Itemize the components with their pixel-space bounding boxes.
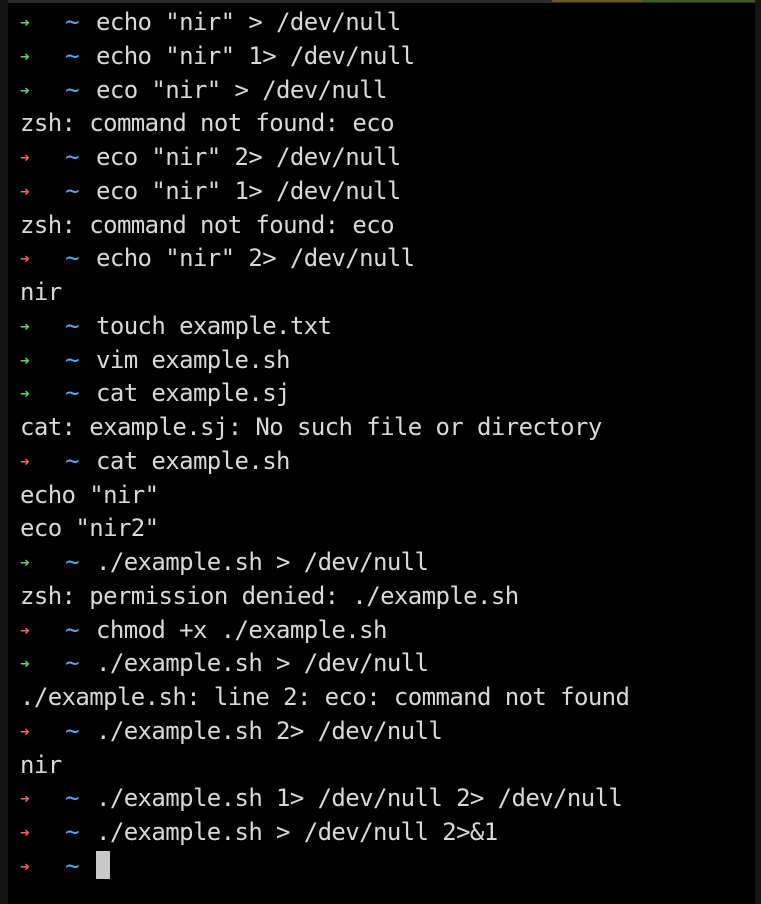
prompt-directory: ~ [65,75,79,104]
command-text: ./example.sh 1> /dev/null 2> /dev/null [96,784,623,813]
output-line: cat: example.sj: No such file or directo… [20,413,602,441]
output-line: ./example.sh: line 2: eco: command not f… [20,683,630,711]
prompt-success-arrow-icon: ➜ [20,13,30,32]
prompt-line: ➜ ~ ./example.sh 1> /dev/null 2> /dev/null [20,782,755,816]
prompt-line: ➜ ~ touch example.txt [20,310,755,344]
command-text: echo "nir" 2> /dev/null [96,244,415,273]
command-text: cat example.sh [96,446,290,475]
window-top-accent [642,0,761,2]
command-text: ./example.sh > /dev/null 2>&1 [96,818,498,846]
prompt-line: ➜ ~ chmod +x ./example.sh [20,614,755,648]
terminal-window[interactable]: ➜ ~ echo "nir" > /dev/null ➜ ~ echo "nir" 1> … [0,0,761,904]
prompt-line: ➜ ~ cat example.sh [20,445,755,479]
prompt-line: ➜ ~ echo "nir" > /dev/null [20,6,755,40]
prompt-error-arrow-icon: ➜ [20,620,30,640]
text-cursor[interactable] [96,851,110,880]
prompt-line: ➜ ~ cat example.sj [20,377,755,411]
output-line: eco "nir2" [20,514,159,543]
command-text: cat example.sj [96,379,290,408]
window-left-edge [0,0,8,904]
prompt-success-arrow-icon: ➜ [20,654,30,674]
prompt-line: ➜ ~ eco "nir" 1> /dev/null [20,175,755,209]
output-line: nir [20,278,62,306]
prompt-directory: ~ [65,379,79,408]
prompt-success-arrow-icon: ➜ [20,316,30,336]
prompt-line: ➜ ~ ./example.sh > /dev/null [20,546,755,580]
prompt-directory: ~ [65,345,79,374]
prompt-error-arrow-icon: ➜ [20,451,30,471]
prompt-directory: ~ [65,818,79,846]
prompt-line: ➜ ~ eco "nir" > /dev/null [20,74,755,108]
prompt-success-arrow-icon: ➜ [20,350,30,370]
prompt-error-arrow-icon: ➜ [20,181,30,201]
command-text: touch example.txt [96,311,332,340]
command-text: echo "nir" 1> /dev/null [96,41,415,70]
prompt-directory: ~ [65,784,79,813]
prompt-error-arrow-icon: ➜ [20,789,30,809]
prompt-error-arrow-icon: ➜ [20,148,30,167]
prompt-line: ➜ ~ ./example.sh > /dev/null 2>&1 [20,816,755,850]
prompt-success-arrow-icon: ➜ [20,553,30,572]
prompt-directory: ~ [65,615,79,644]
output-line: zsh: permission denied: ./example.sh [20,581,519,610]
prompt-directory: ~ [65,176,79,205]
prompt-line: ➜ ~ ./example.sh > /dev/null [20,647,755,681]
output-line: zsh: command not found: eco [20,109,395,138]
prompt-directory: ~ [65,143,79,171]
window-right-edge [755,0,761,904]
prompt-line: ➜ ~ echo "nir" 1> /dev/null [20,40,755,74]
prompt-error-arrow-icon: ➜ [20,856,30,876]
command-text: eco "nir" 2> /dev/null [96,143,401,171]
prompt-success-arrow-icon: ➜ [20,80,30,100]
command-text: ./example.sh 2> /dev/null [96,716,443,745]
output-line: nir [20,750,62,779]
terminal-output[interactable]: ➜ ~ echo "nir" > /dev/null ➜ ~ echo "nir" 1> … [20,6,755,884]
command-text: eco "nir" > /dev/null [96,75,387,104]
prompt-success-arrow-icon: ➜ [20,384,30,404]
prompt-directory: ~ [65,851,79,880]
prompt-line: ➜ ~ [20,850,755,884]
prompt-directory: ~ [65,446,79,475]
command-text: chmod +x ./example.sh [96,615,387,644]
prompt-error-arrow-icon: ➜ [20,249,30,269]
prompt-directory: ~ [65,649,79,678]
command-text: eco "nir" 1> /dev/null [96,176,401,205]
prompt-line: ➜ ~ vim example.sh [20,344,755,378]
prompt-directory: ~ [65,311,79,340]
command-text: ./example.sh > /dev/null [96,649,429,678]
prompt-directory: ~ [65,548,79,576]
prompt-line: ➜ ~ ./example.sh 2> /dev/null [20,715,755,749]
prompt-directory: ~ [65,716,79,745]
prompt-error-arrow-icon: ➜ [20,721,30,741]
prompt-line: ➜ ~ echo "nir" 2> /dev/null [20,242,755,276]
prompt-directory: ~ [65,244,79,273]
output-line: echo "nir" [20,480,159,509]
prompt-directory: ~ [65,41,79,70]
command-text: echo "nir" > /dev/null [96,8,401,36]
prompt-directory: ~ [65,8,79,36]
prompt-line: ➜ ~ eco "nir" 2> /dev/null [20,141,755,175]
command-text: vim example.sh [96,345,290,374]
command-text: ./example.sh > /dev/null [96,548,429,576]
output-line: zsh: command not found: eco [20,210,395,239]
window-top-accent [552,0,642,2]
prompt-success-arrow-icon: ➜ [20,46,30,66]
prompt-error-arrow-icon: ➜ [20,823,30,842]
